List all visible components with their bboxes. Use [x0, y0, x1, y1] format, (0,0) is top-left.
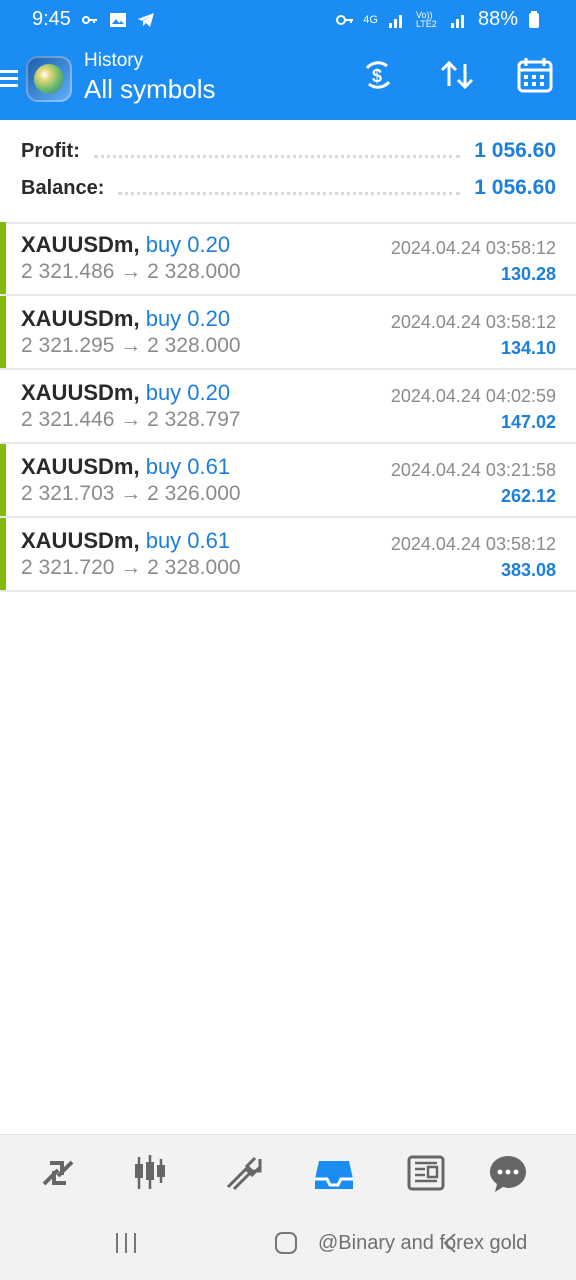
nav-chart[interactable] — [126, 1149, 174, 1197]
app-bar: History All symbols $ — [0, 44, 576, 120]
trade-row[interactable]: XAUUSDm, buy 0.20 2 321.295 → 2 328.000 … — [0, 296, 576, 370]
trade-time: 2024.04.24 03:58:12 — [390, 312, 556, 332]
profit-label: Profit: — [21, 139, 80, 162]
status-time: 9:45 — [32, 8, 71, 30]
status-right: 4G Vo)) LTE2 88% — [335, 8, 546, 31]
trade-profit: 147.02 — [500, 412, 556, 432]
title-wrap: History All symbols — [84, 50, 215, 106]
home-button[interactable] — [274, 1231, 298, 1260]
trade-profit: 262.12 — [500, 486, 556, 506]
battery-percent: 88% — [477, 8, 518, 30]
watermark-text: @Binary and forex gold — [318, 1232, 528, 1254]
nav-trade[interactable] — [218, 1149, 266, 1197]
profit-indicator-bar — [0, 222, 6, 294]
trade-row[interactable]: XAUUSDm, buy 0.20 2 321.486 → 2 328.000 … — [0, 222, 576, 296]
balance-value: 1 056.60 — [474, 176, 556, 199]
globe-icon — [34, 64, 64, 94]
trade-profit: 130.28 — [500, 264, 556, 284]
menu-line-icon — [0, 84, 18, 87]
recent-apps-button[interactable] — [114, 1230, 138, 1261]
profit-row: Profit: 1 056.60 — [21, 133, 556, 169]
page-title: All symbols — [84, 74, 216, 104]
currency-exchange-icon: $ — [365, 61, 391, 89]
menu-button[interactable] — [0, 66, 18, 92]
top-app-bar: 9:45 4G Vo)) LTE2 88% History All symbol… — [0, 0, 576, 120]
volte-label: Vo)) LTE2 — [415, 9, 437, 29]
nav-chat[interactable] — [484, 1149, 532, 1197]
nav-quotes[interactable] — [34, 1149, 82, 1197]
profit-value: 1 056.60 — [474, 139, 556, 162]
recent-apps-icon — [116, 1233, 136, 1253]
trade-side: buy 0.20 — [145, 232, 231, 257]
balance-row: Balance: 1 056.60 — [21, 170, 556, 206]
trade-row[interactable]: XAUUSDm, buy 0.61 2 321.703 → 2 326.000 … — [0, 444, 576, 518]
telegram-icon — [137, 11, 155, 29]
signal-icon — [388, 11, 406, 29]
sort-button[interactable] — [436, 54, 478, 96]
dotted-leader — [118, 191, 461, 195]
svg-text:$: $ — [372, 66, 382, 86]
signal-icon-2 — [450, 11, 468, 29]
trade-symbol: XAUUSDm, buy 0.20 — [21, 380, 231, 405]
trade-time: 2024.04.24 03:21:58 — [390, 460, 556, 480]
app-bar-actions: $ — [358, 54, 556, 96]
trade-time: 2024.04.24 03:58:12 — [390, 534, 556, 554]
trade-symbol: XAUUSDm, buy 0.20 — [21, 306, 231, 331]
trade-history-list: XAUUSDm, buy 0.20 2 321.486 → 2 328.000 … — [0, 222, 576, 592]
trade-side: buy 0.20 — [145, 380, 231, 405]
deposit-withdraw-button[interactable]: $ — [358, 54, 400, 96]
trade-symbol: XAUUSDm, buy 0.20 — [21, 232, 231, 257]
calendar-icon — [517, 58, 553, 93]
app-logo — [26, 56, 72, 102]
quotes-icon — [42, 1160, 74, 1186]
battery-icon — [528, 10, 546, 29]
vpn-key-icon — [335, 11, 354, 29]
network-type-label: 4G — [363, 13, 378, 26]
trade-profit: 134.10 — [500, 338, 556, 358]
profit-indicator-bar — [0, 518, 6, 590]
history-icon — [315, 1161, 353, 1189]
trade-row[interactable]: XAUUSDm, buy 0.20 2 321.446 → 2 328.797 … — [0, 370, 576, 444]
profit-indicator-bar — [0, 444, 6, 516]
key-icon — [81, 11, 99, 29]
trade-side: buy 0.61 — [145, 528, 231, 553]
menu-line-icon — [0, 77, 18, 80]
trade-side: buy 0.20 — [145, 306, 231, 331]
trade-prices: 2 321.720 → 2 328.000 — [21, 556, 241, 579]
trade-row[interactable]: XAUUSDm, buy 0.61 2 321.720 → 2 328.000 … — [0, 518, 576, 592]
dotted-leader — [93, 154, 461, 158]
profit-indicator-bar — [0, 296, 6, 368]
chart-icon — [135, 1155, 165, 1189]
calendar-button[interactable] — [514, 54, 556, 96]
status-bar: 9:45 4G Vo)) LTE2 88% — [0, 0, 576, 40]
trade-side: buy 0.61 — [145, 454, 231, 479]
sort-icon — [440, 60, 474, 90]
trade-symbol: XAUUSDm, buy 0.61 — [21, 528, 231, 553]
trade-symbol: XAUUSDm, buy 0.61 — [21, 454, 231, 479]
trade-time: 2024.04.24 04:02:59 — [390, 386, 556, 406]
nav-news[interactable] — [402, 1149, 450, 1197]
balance-label: Balance: — [21, 176, 105, 199]
status-left: 9:45 — [32, 8, 155, 31]
bottom-navigation — [0, 1134, 576, 1207]
trade-prices: 2 321.446 → 2 328.797 — [21, 408, 241, 431]
gallery-icon — [109, 11, 127, 29]
trade-prices: 2 321.486 → 2 328.000 — [21, 260, 241, 283]
news-icon — [407, 1155, 445, 1191]
section-title: History — [84, 50, 144, 71]
home-icon — [275, 1232, 297, 1254]
trade-prices: 2 321.295 → 2 328.000 — [21, 334, 241, 357]
trade-profit: 383.08 — [500, 560, 556, 580]
trade-icon — [226, 1156, 262, 1191]
trade-time: 2024.04.24 03:58:12 — [390, 238, 556, 258]
summary-panel: Profit: 1 056.60 Balance: 1 056.60 — [0, 120, 576, 224]
nav-history[interactable] — [310, 1149, 358, 1197]
trade-prices: 2 321.703 → 2 326.000 — [21, 482, 241, 505]
menu-line-icon — [0, 70, 18, 73]
chat-icon — [490, 1156, 526, 1192]
